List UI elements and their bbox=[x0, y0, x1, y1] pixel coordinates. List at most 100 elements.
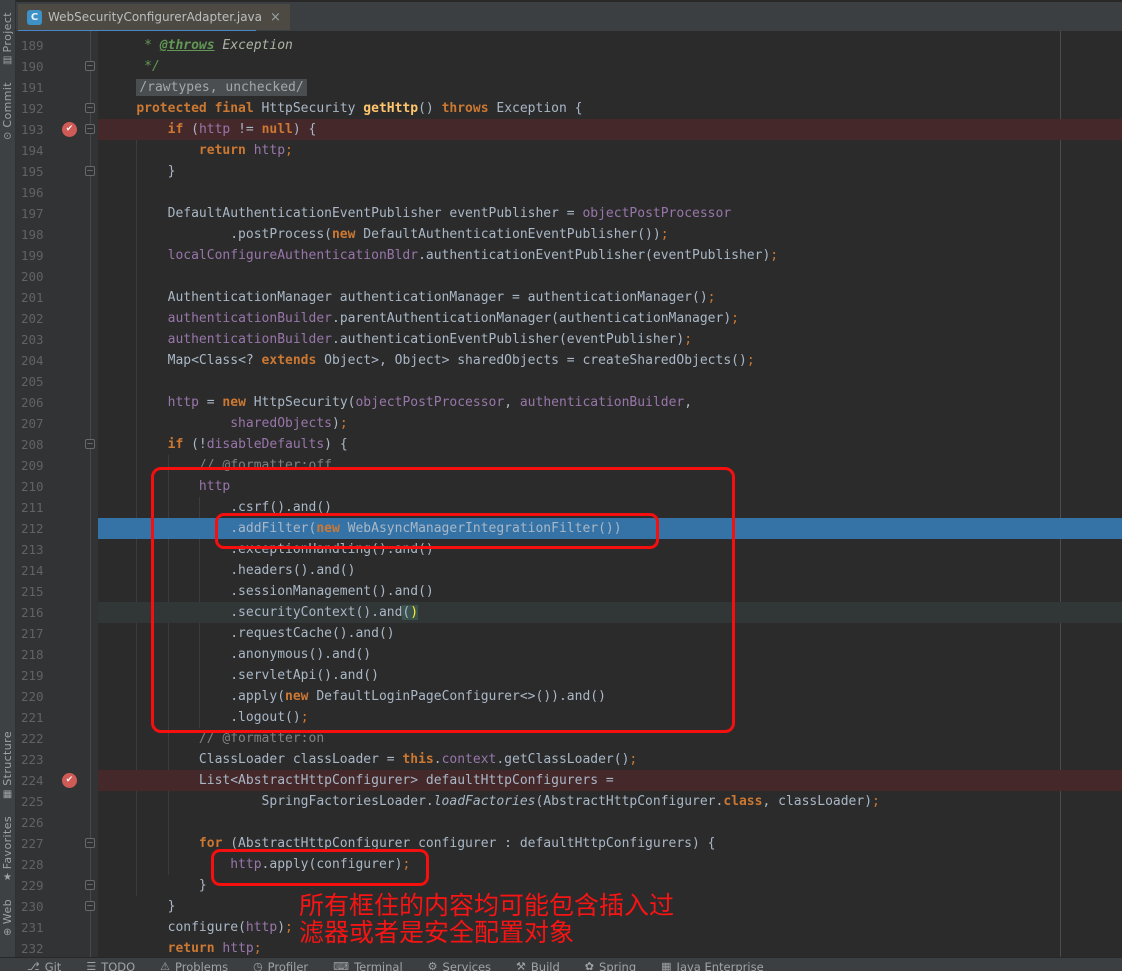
gutter-cell-212[interactable]: 212 bbox=[16, 518, 98, 539]
statusbar-item-build[interactable]: ⚒Build bbox=[516, 958, 560, 971]
toolwindow-button-commit[interactable]: Commit⊙ bbox=[1, 82, 14, 142]
line-number[interactable]: 189 bbox=[21, 35, 44, 56]
code-text-212[interactable]: .addFilter(new WebAsyncManagerIntegratio… bbox=[98, 518, 1122, 539]
line-number[interactable]: 193 bbox=[21, 119, 44, 140]
gutter-cell-218[interactable]: 218 bbox=[16, 644, 98, 665]
gutter-cell-205[interactable]: 205 bbox=[16, 371, 98, 392]
statusbar-item-problems[interactable]: ⚠Problems bbox=[160, 958, 228, 971]
statusbar-item-java-enterprise[interactable]: ▦Java Enterprise bbox=[661, 958, 764, 971]
gutter-cell-221[interactable]: 221 bbox=[16, 707, 98, 728]
gutter-cell-217[interactable]: 217 bbox=[16, 623, 98, 644]
code-text-218[interactable]: .anonymous().and() bbox=[98, 644, 1122, 665]
code-text-191[interactable]: /rawtypes, unchecked/ bbox=[98, 77, 1122, 98]
breakpoint-icon[interactable]: ✔ bbox=[62, 773, 77, 788]
toolwindow-button-web[interactable]: Web⊕ bbox=[1, 899, 14, 938]
code-text-222[interactable]: // @formatter:on bbox=[98, 728, 1122, 749]
line-number[interactable]: 227 bbox=[21, 833, 44, 854]
fold-marker-icon[interactable]: – bbox=[85, 880, 95, 890]
gutter-cell-206[interactable]: 206 bbox=[16, 392, 98, 413]
line-number[interactable]: 208 bbox=[21, 434, 44, 455]
line-number[interactable]: 230 bbox=[21, 896, 44, 917]
line-number[interactable]: 214 bbox=[21, 560, 44, 581]
code-text-230[interactable]: – } bbox=[98, 896, 1122, 917]
code-text-200[interactable] bbox=[98, 266, 1122, 287]
line-number[interactable]: 200 bbox=[21, 266, 44, 287]
fold-marker-icon[interactable]: – bbox=[85, 166, 95, 176]
gutter-cell-211[interactable]: 211 bbox=[16, 497, 98, 518]
statusbar-item-terminal[interactable]: ⌨Terminal bbox=[333, 958, 403, 971]
line-number[interactable]: 190 bbox=[21, 56, 44, 77]
code-text-207[interactable]: sharedObjects); bbox=[98, 413, 1122, 434]
line-number[interactable]: 221 bbox=[21, 707, 44, 728]
code-text-224[interactable]: List<AbstractHttpConfigurer> defaultHttp… bbox=[98, 770, 1122, 791]
breakpoint-icon[interactable]: ✔ bbox=[62, 122, 77, 137]
code-text-211[interactable]: .csrf().and() bbox=[98, 497, 1122, 518]
statusbar-item-spring[interactable]: ✿Spring bbox=[585, 958, 636, 971]
code-text-201[interactable]: AuthenticationManager authenticationMana… bbox=[98, 287, 1122, 308]
line-number[interactable]: 192 bbox=[21, 98, 44, 119]
line-number[interactable]: 195 bbox=[21, 161, 44, 182]
line-number[interactable]: 205 bbox=[21, 371, 44, 392]
gutter-cell-201[interactable]: 201 bbox=[16, 287, 98, 308]
line-number[interactable]: 213 bbox=[21, 539, 44, 560]
gutter-cell-200[interactable]: 200 bbox=[16, 266, 98, 287]
fold-marker-icon[interactable]: – bbox=[85, 901, 95, 911]
statusbar-item-todo[interactable]: ☰TODO bbox=[86, 958, 135, 971]
code-text-194[interactable]: return http; bbox=[98, 140, 1122, 161]
toolwindow-button-favorites[interactable]: Favorites★ bbox=[1, 816, 14, 883]
gutter-cell-223[interactable]: 223 bbox=[16, 749, 98, 770]
code-text-195[interactable]: – } bbox=[98, 161, 1122, 182]
line-number[interactable]: 224 bbox=[21, 770, 44, 791]
code-text-220[interactable]: .apply(new DefaultLoginPageConfigurer<>(… bbox=[98, 686, 1122, 707]
line-number[interactable]: 201 bbox=[21, 287, 44, 308]
code-text-198[interactable]: .postProcess(new DefaultAuthenticationEv… bbox=[98, 224, 1122, 245]
code-text-210[interactable]: http bbox=[98, 476, 1122, 497]
statusbar-item-services[interactable]: ⚙Services bbox=[428, 958, 491, 971]
line-number[interactable]: 218 bbox=[21, 644, 44, 665]
line-number[interactable]: 220 bbox=[21, 686, 44, 707]
code-text-209[interactable]: // @formatter:off bbox=[98, 455, 1122, 476]
code-text-217[interactable]: .requestCache().and() bbox=[98, 623, 1122, 644]
code-text-214[interactable]: .headers().and() bbox=[98, 560, 1122, 581]
line-number[interactable]: 198 bbox=[21, 224, 44, 245]
code-text-216[interactable]: .securityContext().and() bbox=[98, 602, 1122, 623]
gutter-cell-199[interactable]: 199 bbox=[16, 245, 98, 266]
line-number[interactable]: 211 bbox=[21, 497, 44, 518]
line-number[interactable]: 215 bbox=[21, 581, 44, 602]
gutter-cell-228[interactable]: 228 bbox=[16, 854, 98, 875]
tab-websecurityconfigureradapter[interactable]: C WebSecurityConfigurerAdapter.java × bbox=[18, 4, 290, 30]
line-number[interactable]: 212 bbox=[21, 518, 44, 539]
toolwindow-button-project[interactable]: Project▤ bbox=[1, 12, 14, 66]
statusbar-item-profiler[interactable]: ◷Profiler bbox=[253, 958, 308, 971]
line-number[interactable]: 202 bbox=[21, 308, 44, 329]
line-number[interactable]: 216 bbox=[21, 602, 44, 623]
gutter-cell-224[interactable]: 224 ✔ bbox=[16, 770, 98, 791]
code-text-202[interactable]: authenticationBuilder.parentAuthenticati… bbox=[98, 308, 1122, 329]
code-text-228[interactable]: http.apply(configurer); bbox=[98, 854, 1122, 875]
fold-marker-icon[interactable]: – bbox=[85, 439, 95, 449]
fold-marker-icon[interactable]: – bbox=[85, 124, 95, 134]
gutter-cell-232[interactable]: 232 bbox=[16, 938, 98, 958]
gutter-cell-210[interactable]: 210 bbox=[16, 476, 98, 497]
line-number[interactable]: 223 bbox=[21, 749, 44, 770]
close-tab-icon[interactable]: × bbox=[270, 11, 281, 24]
gutter-cell-214[interactable]: 214 bbox=[16, 560, 98, 581]
code-text-203[interactable]: authenticationBuilder.authenticationEven… bbox=[98, 329, 1122, 350]
fold-marker-icon[interactable]: – bbox=[85, 838, 95, 848]
fold-marker-icon[interactable]: – bbox=[85, 61, 95, 71]
statusbar-item-git[interactable]: ⎇Git bbox=[27, 958, 61, 971]
gutter-cell-209[interactable]: 209 bbox=[16, 455, 98, 476]
line-number[interactable]: 222 bbox=[21, 728, 44, 749]
line-number[interactable]: 232 bbox=[21, 938, 44, 958]
gutter-cell-197[interactable]: 197 bbox=[16, 203, 98, 224]
code-text-192[interactable]: – protected final HttpSecurity getHttp()… bbox=[98, 98, 1122, 119]
code-text-190[interactable]: – */ bbox=[98, 56, 1122, 77]
line-number[interactable]: 231 bbox=[21, 917, 44, 938]
line-number[interactable]: 217 bbox=[21, 623, 44, 644]
code-text-219[interactable]: .servletApi().and() bbox=[98, 665, 1122, 686]
gutter-cell-189[interactable]: 189 bbox=[16, 35, 98, 56]
code-text-229[interactable]: – } bbox=[98, 875, 1122, 896]
line-number[interactable]: 229 bbox=[21, 875, 44, 896]
code-text-231[interactable]: configure(http); bbox=[98, 917, 1122, 938]
gutter-cell-231[interactable]: 231 bbox=[16, 917, 98, 938]
